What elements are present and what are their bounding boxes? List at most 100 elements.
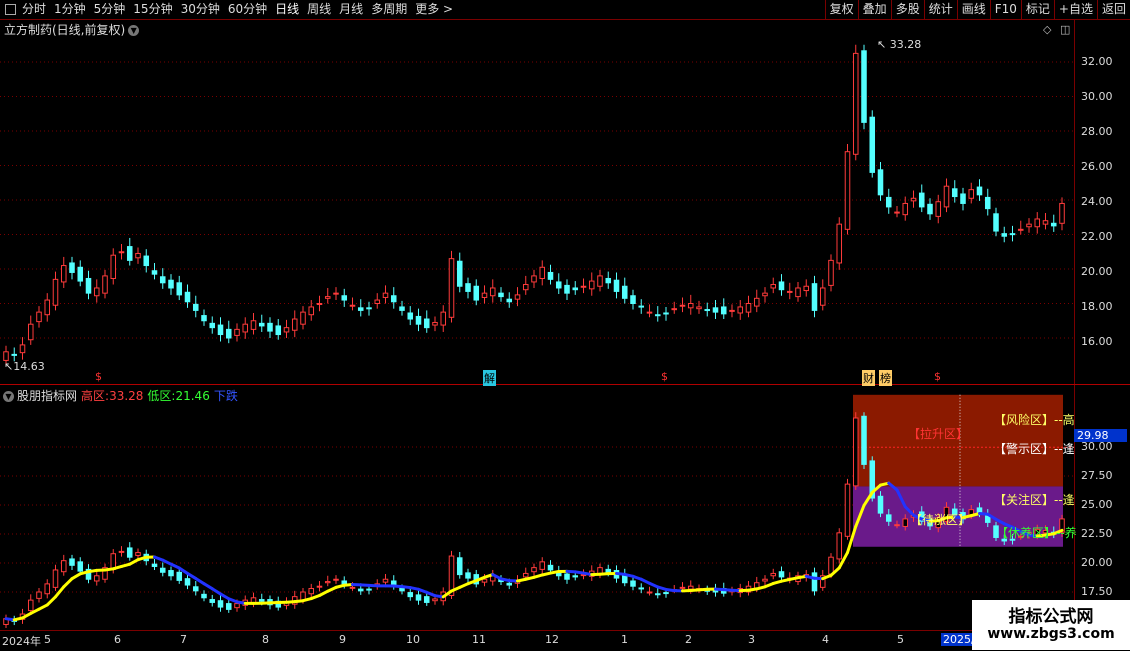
low-zone-value: 21.46 bbox=[175, 389, 209, 403]
main-candle-body bbox=[317, 304, 322, 305]
main-candle-body bbox=[573, 288, 578, 290]
indicator-tick: 17.50 bbox=[1081, 585, 1113, 598]
lift-zone-label: 【拉升区】 bbox=[908, 425, 968, 442]
main-candle-body bbox=[144, 256, 149, 265]
indicator-candle-body bbox=[218, 601, 223, 607]
indicator-candle-body bbox=[886, 515, 891, 521]
financial-report-marker[interactable]: 财 bbox=[862, 370, 875, 386]
indicator-candle-body bbox=[829, 557, 834, 574]
main-candle-body bbox=[457, 261, 462, 286]
diamond-icon[interactable]: ◇ bbox=[1043, 23, 1051, 36]
main-candle-body bbox=[185, 292, 190, 301]
main-candle-body bbox=[581, 286, 586, 287]
main-candle-body bbox=[301, 312, 306, 324]
dividend-marker[interactable]: $ bbox=[934, 370, 941, 383]
indicator-candle-body bbox=[771, 573, 776, 575]
date-tick: 10 bbox=[406, 633, 420, 646]
main-candle-body bbox=[466, 284, 471, 292]
warn-zone-label: 【警示区】--逢 bbox=[994, 440, 1075, 457]
main-candle-body bbox=[911, 198, 916, 201]
indicator-candle-body bbox=[334, 579, 339, 580]
main-candle-body bbox=[779, 282, 784, 290]
main-candle-body bbox=[342, 296, 347, 300]
price-axis: 32.00 30.00 28.00 26.00 24.00 22.00 20.0… bbox=[1074, 0, 1130, 384]
main-candle-body bbox=[218, 325, 223, 334]
dividend-marker[interactable]: $ bbox=[661, 370, 668, 383]
main-candle-body bbox=[565, 285, 570, 293]
chart-canvas[interactable] bbox=[0, 0, 1075, 630]
main-candle-body bbox=[532, 276, 537, 282]
price-tick: 26.00 bbox=[1081, 160, 1113, 173]
main-candle-body bbox=[127, 247, 132, 261]
indicator-candle-body bbox=[853, 418, 858, 486]
main-candle-body bbox=[606, 278, 611, 282]
indicator-ma-segment bbox=[64, 579, 72, 587]
main-candle-body bbox=[870, 117, 875, 172]
indicator-tick: 27.50 bbox=[1081, 469, 1113, 482]
main-candle-body bbox=[202, 316, 207, 321]
date-tick: 1 bbox=[621, 633, 628, 646]
indicator-title[interactable]: ▼股朋指标网高区:33.28低区:21.46下跌 bbox=[3, 387, 242, 404]
main-candle-body bbox=[598, 276, 603, 286]
main-candle-body bbox=[631, 296, 636, 304]
indicator-candle-body bbox=[383, 579, 388, 582]
main-candle-body bbox=[177, 283, 182, 295]
main-candle-body bbox=[845, 152, 850, 230]
indicator-candle-body bbox=[812, 573, 817, 591]
chevron-down-icon[interactable]: ▼ bbox=[3, 391, 14, 402]
chevron-down-icon[interactable]: ▼ bbox=[128, 25, 139, 36]
billboard-marker[interactable]: 榜 bbox=[879, 370, 892, 386]
main-candle-body bbox=[746, 304, 751, 313]
indicator-candle-body bbox=[408, 593, 413, 597]
main-candle-body bbox=[515, 295, 520, 299]
indicator-candle-body bbox=[210, 600, 215, 603]
indicator-candle-body bbox=[193, 587, 198, 591]
main-candle-body bbox=[697, 307, 702, 309]
indicator-candle-body bbox=[457, 558, 462, 575]
dividend-marker[interactable]: $ bbox=[95, 370, 102, 383]
price-tick: 24.00 bbox=[1081, 195, 1113, 208]
main-candle-body bbox=[680, 305, 685, 306]
indicator-candle-body bbox=[482, 579, 487, 582]
main-candle-body bbox=[449, 259, 454, 318]
main-chart-title[interactable]: 立方制药(日线,前复权)▼ bbox=[4, 21, 139, 38]
main-candle-body bbox=[738, 307, 743, 313]
main-candle-body bbox=[499, 293, 504, 296]
main-candle-body bbox=[614, 280, 619, 291]
date-tick: 7 bbox=[180, 633, 187, 646]
high-price-label: ↖ 33.28 bbox=[877, 38, 921, 51]
main-candle-body bbox=[441, 312, 446, 325]
main-candle-body bbox=[226, 329, 231, 338]
indicator-candle-body bbox=[259, 600, 264, 602]
watermark: 指标公式网 www.zbgs3.com bbox=[972, 600, 1130, 650]
indicator-candle-body bbox=[532, 568, 537, 572]
indicator-ma-segment bbox=[47, 597, 55, 605]
main-candle-body bbox=[12, 354, 17, 355]
unlock-marker[interactable]: 解 bbox=[483, 370, 496, 386]
indicator-axis: 30.00 27.50 25.00 22.50 20.00 17.50 bbox=[1074, 385, 1130, 630]
price-tick: 22.00 bbox=[1081, 230, 1113, 243]
main-candle-body bbox=[903, 203, 908, 214]
date-tick: 4 bbox=[822, 633, 829, 646]
main-candle-body bbox=[647, 312, 652, 313]
main-candle-body bbox=[20, 345, 25, 353]
main-candle-body bbox=[292, 319, 297, 330]
low-zone-label: 低区: bbox=[147, 389, 175, 403]
indicator-candle-body bbox=[688, 586, 693, 589]
main-candle-body bbox=[622, 286, 627, 298]
indicator-candle-body bbox=[45, 584, 50, 594]
price-tick: 16.00 bbox=[1081, 335, 1113, 348]
panel-toggle-icon[interactable]: ◫ bbox=[1060, 23, 1070, 36]
main-candle-body bbox=[1035, 219, 1040, 227]
main-candle-body bbox=[895, 212, 900, 213]
wait-zone-label: 【待涨区】 bbox=[910, 511, 970, 528]
indicator-candle-body bbox=[639, 588, 644, 589]
main-candle-body bbox=[350, 305, 355, 306]
indicator-candle-body bbox=[226, 604, 231, 610]
indicator-candle-body bbox=[325, 582, 330, 583]
indicator-candle-body bbox=[235, 604, 240, 608]
main-candle-body bbox=[136, 253, 141, 257]
price-tick: 28.00 bbox=[1081, 125, 1113, 138]
indicator-candle-body bbox=[185, 579, 190, 585]
main-candle-body bbox=[160, 277, 165, 283]
